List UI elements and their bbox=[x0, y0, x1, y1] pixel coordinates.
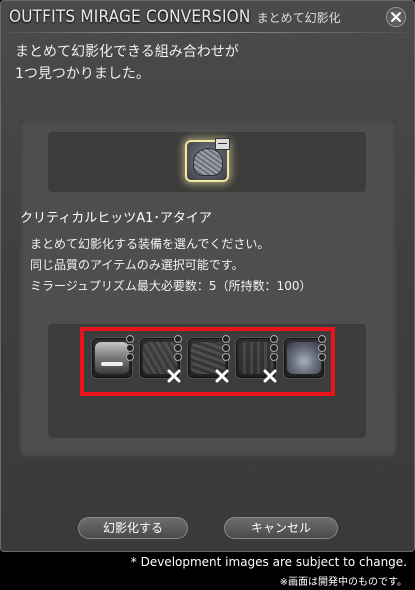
convert-button[interactable]: 幻影化する bbox=[78, 517, 188, 539]
window-titlebar: OUTFITS MIRAGE CONVERSION まとめて幻影化 bbox=[9, 7, 341, 31]
result-message: まとめて幻影化できる組み合わせが 1つ見つかりました。 bbox=[15, 41, 395, 85]
instruction-line-2: 同じ品質のアイテムのみ選択可能です。 bbox=[30, 258, 244, 272]
gear-slots-highlight-box bbox=[80, 327, 335, 396]
helmet-icon bbox=[193, 148, 223, 176]
instructions: まとめて幻影化する装備を選んでください。 同じ品質のアイテムのみ選択可能です。 … bbox=[30, 234, 311, 297]
development-disclaimer-jp: ※画面は開発中のものです。 bbox=[279, 577, 407, 588]
selected-item-slot[interactable] bbox=[185, 138, 230, 182]
instruction-line-3: ミラージュプリズム最大必要数：5（所持数：100） bbox=[30, 279, 312, 293]
glamour-badge-icon bbox=[215, 138, 230, 150]
close-button[interactable] bbox=[386, 7, 406, 27]
cancel-button[interactable]: キャンセル bbox=[224, 517, 338, 539]
window-subtitle: まとめて幻影化 bbox=[256, 11, 341, 25]
development-disclaimer-en: * Development images are subject to chan… bbox=[130, 555, 407, 569]
selected-item-name: クリティカルヒッツA1･アタイア bbox=[20, 211, 212, 226]
window-title: OUTFITS MIRAGE CONVERSION bbox=[9, 7, 251, 27]
result-message-line-1: まとめて幻影化できる組み合わせが bbox=[15, 44, 239, 60]
result-message-line-2: 1つ見つかりました。 bbox=[15, 66, 150, 82]
title-divider bbox=[7, 32, 408, 33]
close-icon bbox=[391, 12, 401, 22]
instruction-line-1: まとめて幻影化する装備を選んでください。 bbox=[30, 237, 270, 251]
